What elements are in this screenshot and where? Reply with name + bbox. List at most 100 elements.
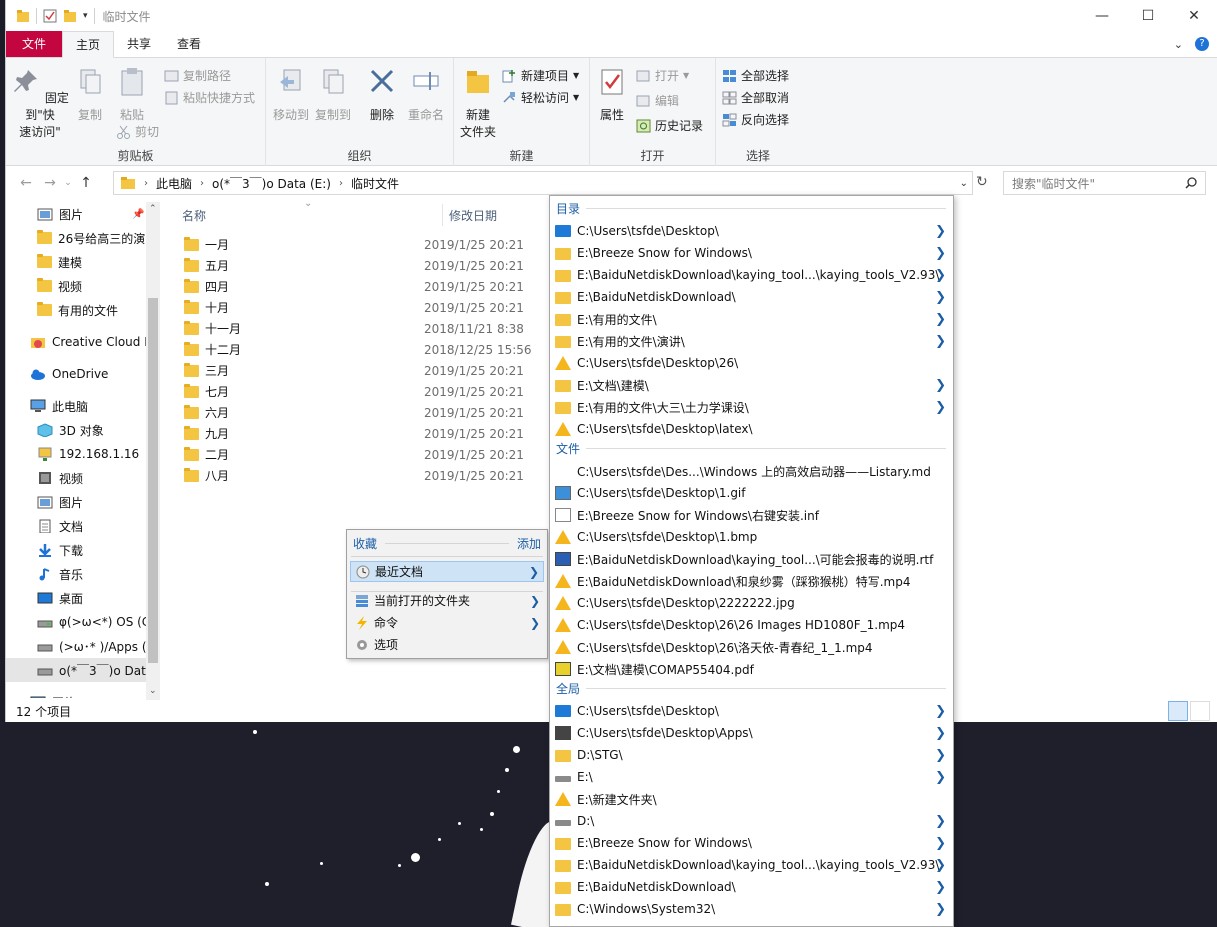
file-row[interactable]: 一月 2019/1/25 20:21 (184, 234, 524, 255)
file-row[interactable]: 十一月 2018/11/21 8:38 (184, 318, 524, 339)
submenu-arrow-icon[interactable]: ❯ (935, 726, 946, 741)
search-box[interactable]: 搜索"临时文件" (1003, 171, 1206, 195)
submenu-item[interactable]: C:\Users\tsfde\Desktop\26\洛天依-青春纪_1_1.mp… (555, 636, 950, 658)
submenu-item[interactable]: D:\STG\ ❯ (555, 744, 950, 766)
easy-access-button[interactable]: 轻松访问 ▼ (502, 89, 579, 106)
submenu-item[interactable]: C:\Users\tsfde\Desktop\latex\ (555, 418, 950, 440)
submenu-item[interactable]: C:\Users\tsfde\Desktop\ ❯ (555, 220, 950, 242)
file-row[interactable]: 四月 2019/1/25 20:21 (184, 276, 524, 297)
recent-chevron-icon[interactable]: ⌄ (62, 178, 74, 188)
new-folder-icon[interactable] (63, 9, 77, 23)
submenu-arrow-icon[interactable]: ❯ (935, 268, 946, 283)
submenu-arrow-icon[interactable]: ❯ (935, 704, 946, 719)
nav-item-network-share[interactable]: 192.168.1.16 (6, 442, 146, 466)
submenu-item[interactable]: E:\BaiduNetdiskDownload\kaying_tool...\k… (555, 264, 950, 286)
new-item-button[interactable]: 新建项目 ▼ (502, 67, 579, 84)
new-folder-button[interactable]: 新建 文件夹 (456, 66, 500, 141)
submenu-item[interactable]: C:\Users\tsfde\Desktop\Apps\ ❯ (555, 722, 950, 744)
nav-item-downloads[interactable]: 下载 (6, 538, 146, 562)
select-all-button[interactable]: 全部选择 (722, 67, 789, 84)
history-button[interactable]: 历史记录 (636, 117, 703, 134)
submenu-item[interactable]: C:\Users\tsfde\Des...\Windows 上的高效启动器——L… (555, 460, 950, 482)
details-view-icon[interactable] (1168, 701, 1188, 721)
nav-item-desktop[interactable]: 桌面 (6, 586, 146, 610)
submenu-arrow-icon[interactable]: ❯ (935, 400, 946, 415)
select-none-button[interactable]: 全部取消 (722, 89, 789, 106)
nav-item-3d-objects[interactable]: 3D 对象 (6, 418, 146, 442)
edit-button[interactable]: 编辑 (636, 92, 679, 109)
submenu-arrow-icon[interactable]: ❯ (935, 224, 946, 239)
submenu-item[interactable]: E:\新建文件夹\ (555, 788, 950, 810)
submenu-item[interactable]: C:\Users\tsfde\Desktop\ ❯ (555, 700, 950, 722)
menu-item-open-folders[interactable]: 当前打开的文件夹 ❯ (350, 590, 544, 611)
scroll-up-icon[interactable]: ⌃ (149, 204, 157, 214)
nav-item-folder[interactable]: 建模 (6, 250, 146, 274)
submenu-arrow-icon[interactable]: ❯ (935, 770, 946, 785)
submenu-arrow-icon[interactable]: ❯ (935, 290, 946, 305)
submenu-item[interactable]: E:\文档\建模\COMAP55404.pdf (555, 658, 950, 680)
rename-button[interactable]: 重命名 (404, 66, 448, 124)
file-row[interactable]: 九月 2019/1/25 20:21 (184, 423, 524, 444)
properties-button[interactable]: 属性 (596, 66, 628, 124)
tab-view[interactable]: 查看 (164, 31, 214, 57)
large-icons-view-icon[interactable] (1190, 701, 1210, 721)
submenu-item[interactable]: C:\Windows\System32\ ❯ (555, 898, 950, 920)
nav-item-drive-d[interactable]: (>ω･* )/Apps ( (6, 634, 147, 658)
submenu-item[interactable]: C:\Users\tsfde\Desktop\1.bmp (555, 526, 950, 548)
submenu-item[interactable]: E:\BaiduNetdiskDownload\kaying_tool...\可… (555, 548, 950, 570)
file-row[interactable]: 十月 2019/1/25 20:21 (184, 297, 524, 318)
address-bar[interactable]: › 此电脑 › o(*￣3￣)o Data (E:) › 临时文件 ⌄ (113, 171, 973, 195)
nav-item-documents[interactable]: 文档 (6, 514, 146, 538)
submenu-item[interactable]: E:\有用的文件\ ❯ (555, 308, 950, 330)
submenu-arrow-icon[interactable]: ❯ (935, 748, 946, 763)
tab-share[interactable]: 共享 (114, 31, 164, 57)
copy-path-button[interactable]: 复制路径 (164, 67, 231, 84)
scroll-down-icon[interactable]: ⌄ (149, 686, 157, 696)
submenu-item[interactable]: C:\Users\tsfde\Desktop\1.gif (555, 482, 950, 504)
submenu-item[interactable]: E:\文档\建模\ ❯ (555, 374, 950, 396)
help-icon[interactable]: ? (1195, 37, 1209, 51)
nav-scrollbar[interactable]: ⌃ ⌄ (146, 202, 160, 700)
nav-item-drive-e[interactable]: o(*￣3￣)o Data (6, 658, 153, 682)
breadcrumb-chevron-icon[interactable]: › (200, 178, 204, 189)
nav-item-network[interactable]: 网络 (6, 690, 146, 698)
add-favorite-link[interactable]: 添加 (517, 535, 541, 552)
tab-file[interactable]: 文件 (6, 31, 62, 57)
submenu-item[interactable]: D:\ ❯ (555, 810, 950, 832)
file-row[interactable]: 七月 2019/1/25 20:21 (184, 381, 524, 402)
column-header-date[interactable]: 修改日期 (449, 207, 497, 224)
address-dropdown-icon[interactable]: ⌄ (960, 178, 968, 189)
pin-quick-access-button[interactable]: 固定到"快 速访问" (10, 66, 70, 141)
delete-button[interactable]: 删除 (364, 66, 400, 124)
back-arrow-icon[interactable]: ← (14, 175, 38, 191)
scrollbar-thumb[interactable] (148, 298, 158, 663)
file-row[interactable]: 三月 2019/1/25 20:21 (184, 360, 524, 381)
submenu-item[interactable]: E:\BaiduNetdiskDownload\和泉纱雾（踩猕猴桃）特写.mp4 (555, 570, 950, 592)
nav-item-onedrive[interactable]: OneDrive (6, 362, 146, 386)
pin-icon[interactable]: 📌 (132, 209, 144, 220)
nav-item-drive-c[interactable]: φ(>ω<*) OS (C (6, 610, 150, 634)
submenu-item[interactable]: E:\Breeze Snow for Windows\ ❯ (555, 242, 950, 264)
submenu-item[interactable]: E:\BaiduNetdiskDownload\kaying_tool...\k… (555, 854, 950, 876)
column-divider[interactable] (442, 204, 443, 226)
nav-item-music[interactable]: 音乐 (6, 562, 146, 586)
nav-item-folder[interactable]: 视频 (6, 274, 146, 298)
open-button[interactable]: 打开 ▼ (636, 67, 689, 84)
submenu-arrow-icon[interactable]: ❯ (935, 836, 946, 851)
submenu-item[interactable]: C:\Users\tsfde\Desktop\26\26 Images HD10… (555, 614, 950, 636)
nav-item-this-pc[interactable]: 此电脑 (6, 394, 146, 418)
breadcrumb-this-pc[interactable]: 此电脑 (156, 175, 192, 192)
nav-item-folder[interactable]: 26号给高三的演 (6, 226, 146, 250)
breadcrumb-data-drive[interactable]: o(*￣3￣)o Data (E:) (212, 175, 331, 192)
file-row[interactable]: 八月 2019/1/25 20:21 (184, 465, 524, 486)
refresh-icon[interactable]: ↻ (976, 174, 988, 190)
maximize-button[interactable]: ☐ (1125, 0, 1171, 32)
file-row[interactable]: 六月 2019/1/25 20:21 (184, 402, 524, 423)
file-row[interactable]: 十二月 2018/12/25 15:56 (184, 339, 532, 360)
cut-button[interactable]: 剪切 (116, 123, 159, 140)
submenu-item[interactable]: E:\Breeze Snow for Windows\右键安装.inf (555, 504, 950, 526)
invert-selection-button[interactable]: 反向选择 (722, 111, 789, 128)
submenu-item[interactable]: E:\BaiduNetdiskDownload\ ❯ (555, 876, 950, 898)
submenu-arrow-icon[interactable]: ❯ (935, 902, 946, 917)
nav-item-videos[interactable]: 视频 (6, 466, 146, 490)
